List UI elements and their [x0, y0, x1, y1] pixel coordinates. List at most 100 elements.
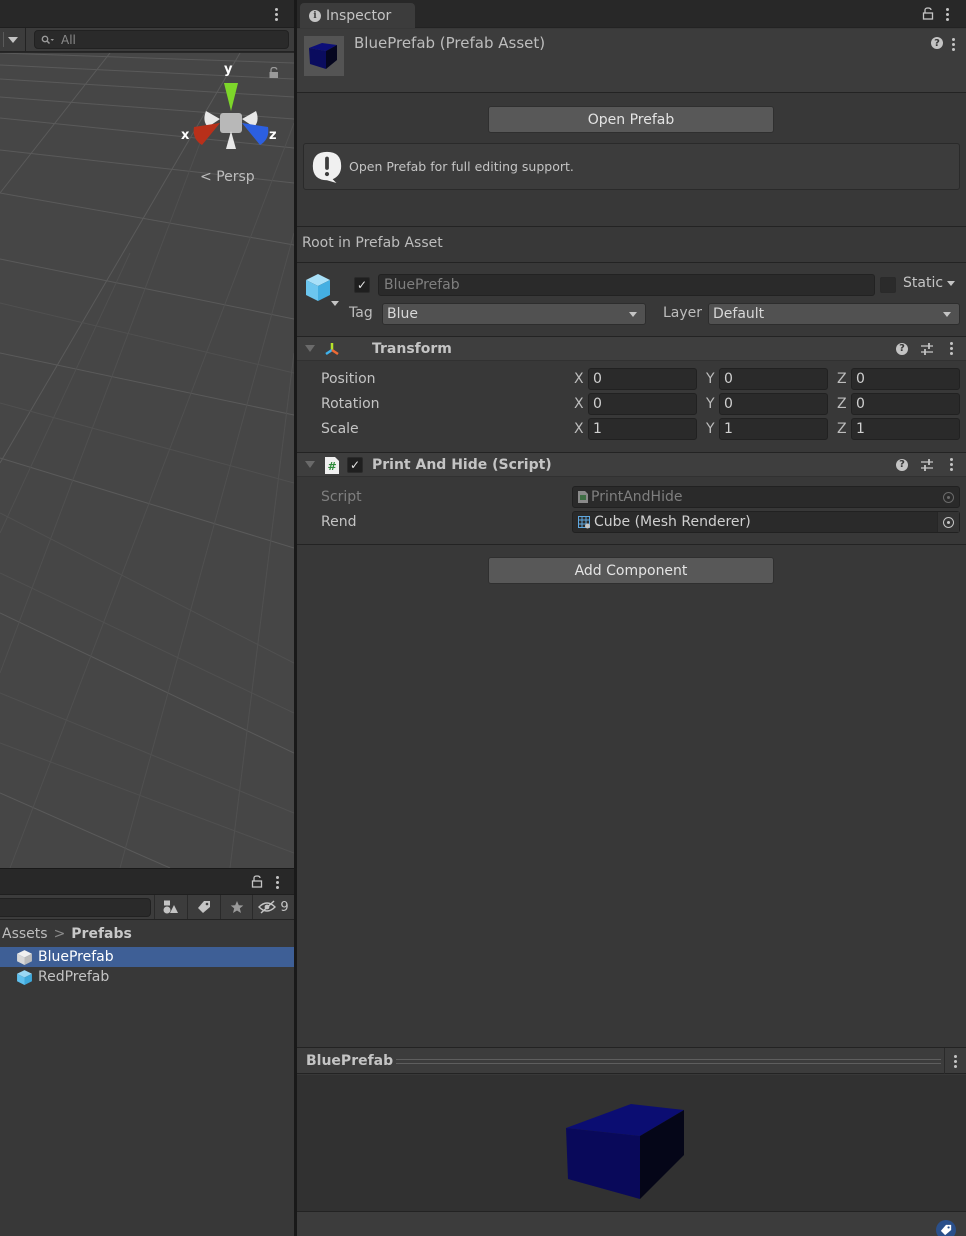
inspector-menu-icon[interactable] — [942, 8, 952, 21]
root-in-prefab-label: Root in Prefab Asset — [302, 235, 443, 251]
component-menu-icon[interactable] — [946, 342, 956, 355]
layer-value: Default — [713, 306, 765, 322]
scene-view-panel: y x z < Persp — [0, 0, 294, 868]
kebab-menu-icon — [951, 1054, 961, 1068]
help-icon[interactable]: ? — [896, 342, 908, 355]
transform-component-header[interactable]: Transform ? — [297, 336, 966, 361]
scale-z-field[interactable] — [851, 418, 960, 440]
hidden-packages-toggle[interactable]: 9 — [252, 895, 294, 919]
gizmo-x-cone[interactable] — [193, 123, 220, 145]
foldout-arrow-icon[interactable] — [305, 461, 315, 468]
scale-row: Scale X Y Z — [297, 418, 966, 440]
x-axis-label[interactable]: X — [574, 396, 584, 412]
tag-dropdown[interactable]: Blue — [382, 303, 646, 325]
scene-menu-icon[interactable] — [271, 8, 281, 21]
y-axis-label[interactable]: Y — [706, 396, 715, 412]
preview-header[interactable]: BluePrefab — [297, 1047, 966, 1074]
open-prefab-button[interactable]: Open Prefab — [488, 106, 774, 133]
asset-list: BluePrefab RedPrefab — [0, 947, 294, 987]
info-icon: i — [309, 9, 321, 22]
component-menu-icon[interactable] — [946, 458, 956, 471]
script-object-field: PrintAndHide — [572, 486, 960, 508]
presets-icon[interactable] — [920, 342, 934, 355]
chevron-down-icon — [629, 311, 637, 317]
tag-label: Tag — [349, 305, 373, 321]
gameobject-active-checkbox[interactable]: ✓ — [354, 277, 370, 293]
asset-labels-button[interactable] — [936, 1220, 956, 1236]
layer-dropdown[interactable]: Default — [708, 303, 960, 325]
helpbox-message: Open Prefab for full editing support. — [349, 159, 574, 174]
x-axis-label[interactable]: X — [574, 371, 584, 387]
rend-object-field[interactable]: Cube (Mesh Renderer) — [572, 511, 960, 533]
scale-x-field[interactable] — [588, 418, 697, 440]
tab-inspector[interactable]: i Inspector — [300, 3, 415, 28]
presets-icon[interactable] — [920, 458, 934, 471]
static-checkbox[interactable] — [880, 277, 896, 293]
project-toolbar: 9 — [0, 895, 294, 920]
z-axis-label[interactable]: Z — [837, 371, 847, 387]
rotation-y-field[interactable] — [719, 393, 828, 415]
preview-menu-button[interactable] — [944, 1048, 966, 1074]
position-z-field[interactable] — [851, 368, 960, 390]
gizmo-center-cube[interactable] — [220, 113, 242, 133]
search-by-type-button[interactable] — [154, 895, 187, 919]
scene-search-box[interactable] — [34, 30, 289, 49]
object-picker-button — [937, 487, 959, 507]
warning-icon — [312, 151, 342, 183]
breadcrumb-assets[interactable]: Assets — [2, 926, 48, 942]
search-by-label-button[interactable] — [187, 895, 220, 919]
y-axis-label[interactable]: Y — [706, 421, 715, 437]
help-icon[interactable]: ? — [931, 37, 943, 49]
breadcrumb-chevron-icon: > — [53, 926, 66, 942]
scale-y-field[interactable] — [719, 418, 828, 440]
position-y-field[interactable] — [719, 368, 828, 390]
script-component-title: Print And Hide (Script) — [372, 457, 552, 473]
eye-hidden-icon — [258, 900, 277, 914]
icon-dropdown-arrow[interactable] — [331, 301, 339, 306]
gameobject-name-field[interactable] — [378, 274, 875, 296]
project-search-box[interactable] — [0, 898, 151, 917]
y-axis-label[interactable]: Y — [706, 371, 715, 387]
position-x-field[interactable] — [588, 368, 697, 390]
asset-item-blueprefab[interactable]: BluePrefab — [0, 947, 294, 967]
object-picker-button[interactable] — [937, 512, 959, 532]
breadcrumb-prefabs[interactable]: Prefabs — [71, 926, 132, 942]
static-dropdown[interactable]: Static — [903, 275, 956, 291]
z-axis-label[interactable]: Z — [837, 396, 847, 412]
x-axis-label[interactable]: X — [574, 421, 584, 437]
gameobject-icon[interactable] — [304, 273, 332, 303]
gizmo-z-cone[interactable] — [242, 123, 269, 145]
tag-icon — [198, 901, 210, 913]
mesh-renderer-icon — [578, 515, 590, 528]
rotation-row: Rotation X Y Z — [297, 393, 966, 415]
favorites-button[interactable] — [220, 895, 252, 919]
help-icon[interactable]: ? — [896, 458, 908, 471]
lock-icon[interactable] — [922, 7, 934, 20]
preview-area[interactable] — [297, 1075, 966, 1211]
project-menu-icon[interactable] — [272, 876, 282, 889]
script-component-header[interactable]: # ✓ Print And Hide (Script) ? — [297, 452, 966, 477]
asset-item-redprefab[interactable]: RedPrefab — [0, 967, 294, 987]
tag-icon — [940, 1224, 952, 1236]
preview-title: BluePrefab — [306, 1053, 394, 1069]
project-search-input[interactable] — [0, 899, 150, 916]
scene-draw-mode-dropdown[interactable] — [0, 28, 26, 51]
projection-toggle[interactable]: < Persp — [200, 169, 255, 185]
z-axis-label[interactable]: Z — [837, 421, 847, 437]
foldout-arrow-icon[interactable] — [305, 345, 315, 352]
lock-icon[interactable] — [268, 67, 280, 79]
lock-icon[interactable] — [251, 875, 263, 888]
preview-resize-handle[interactable] — [396, 1059, 941, 1064]
projection-label: Persp — [216, 169, 255, 185]
rotation-z-field[interactable] — [851, 393, 960, 415]
add-component-button[interactable]: Add Component — [488, 557, 774, 584]
scene-search-input[interactable] — [61, 32, 261, 47]
script-enabled-checkbox[interactable]: ✓ — [347, 457, 363, 473]
asset-menu-icon[interactable] — [948, 38, 958, 51]
gizmo-neg-y-cone[interactable] — [226, 131, 236, 149]
section-divider — [297, 262, 966, 263]
gizmo-x-label: x — [181, 128, 190, 143]
gizmo-y-cone[interactable] — [224, 83, 238, 111]
rotation-x-field[interactable] — [588, 393, 697, 415]
scene-viewport[interactable]: y x z < Persp — [0, 53, 294, 868]
